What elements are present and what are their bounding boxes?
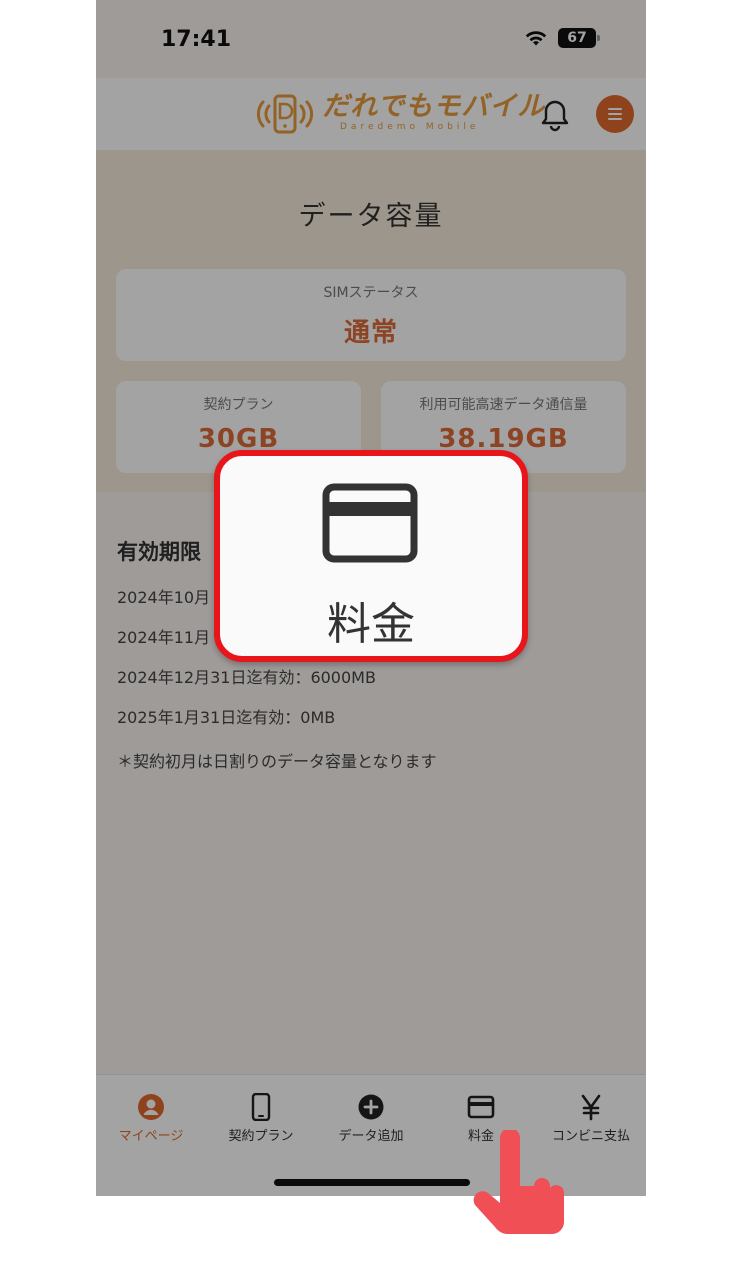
credit-card-icon [322, 483, 418, 563]
pointer-hand-icon [473, 1130, 564, 1234]
fee-tab-callout: 料金 [214, 450, 528, 662]
callout-label: 料金 [327, 599, 415, 650]
